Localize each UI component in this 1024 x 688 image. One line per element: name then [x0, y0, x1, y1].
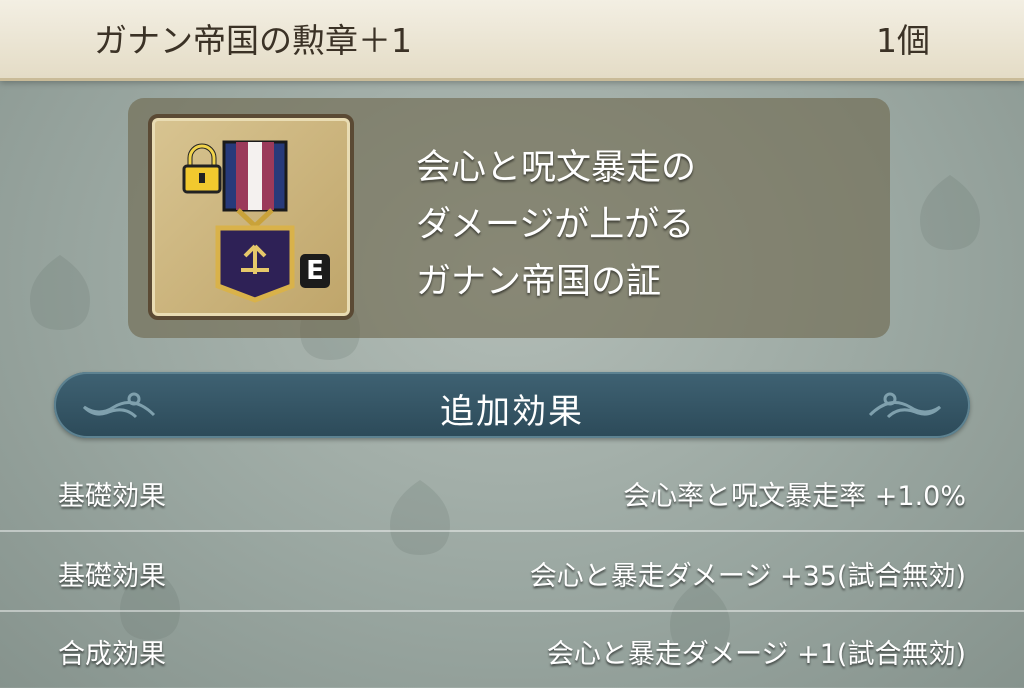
description-line: 会心と呪文暴走の — [416, 148, 697, 188]
effects-section-banner: 追加効果 — [54, 372, 970, 438]
item-description: 会心と呪文暴走の ダメージが上がる ガナン帝国の証 — [416, 140, 696, 311]
item-header: ガナン帝国の勲章＋1 1個 — [0, 0, 1024, 81]
effect-value: 会心と暴走ダメージ +35(試合無効) — [529, 561, 966, 592]
effect-label: 基礎効果 — [58, 481, 166, 512]
effect-label: 基礎効果 — [58, 561, 166, 592]
item-icon-frame[interactable]: E — [148, 114, 354, 320]
item-count: 1個 — [876, 21, 930, 60]
description-line: ガナン帝国の証 — [416, 262, 662, 302]
medal-icon — [215, 140, 295, 303]
effect-row: 基礎効果 会心と暴走ダメージ +35(試合無効) — [0, 532, 1024, 612]
padlock-icon — [182, 143, 222, 194]
equipped-badge: E — [300, 254, 330, 288]
effect-value: 会心と暴走ダメージ +1(試合無効) — [546, 639, 966, 670]
description-line: ダメージが上がる — [416, 205, 695, 245]
effect-value: 会心率と呪文暴走率 +1.0% — [623, 481, 966, 512]
right-ornament-icon — [868, 392, 942, 419]
effects-section-title: 追加効果 — [440, 392, 584, 432]
effect-label: 合成効果 — [58, 639, 166, 670]
effect-row: 合成効果 会心と暴走ダメージ +1(試合無効) — [0, 610, 1024, 688]
item-name: ガナン帝国の勲章＋1 — [94, 21, 412, 60]
effect-row: 基礎効果 会心率と呪文暴走率 +1.0% — [0, 452, 1024, 532]
